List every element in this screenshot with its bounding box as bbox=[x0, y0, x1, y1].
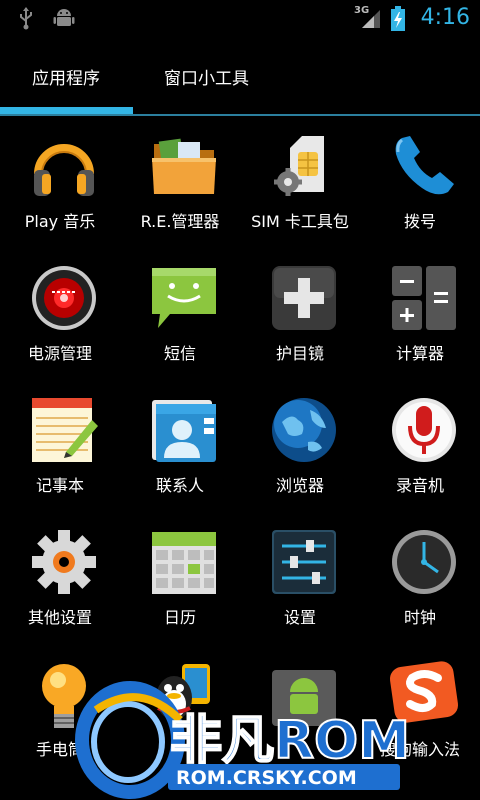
app-label: 计算器 bbox=[395, 344, 444, 363]
watermark-brand: 非凡ROM bbox=[170, 711, 410, 771]
app-label: 录音机 bbox=[395, 476, 444, 495]
app-dialer[interactable]: 拨号 bbox=[360, 118, 480, 250]
gear-icon bbox=[32, 530, 96, 594]
app-other-settings[interactable]: 其他设置 bbox=[0, 514, 120, 646]
power-eye-icon bbox=[32, 266, 96, 330]
app-label: 电源管理 bbox=[27, 344, 92, 363]
battery-charging-icon bbox=[391, 6, 405, 31]
app-play-music[interactable]: Play 音乐 bbox=[0, 118, 120, 250]
app-calculator[interactable]: 计算器 bbox=[360, 250, 480, 382]
message-bubble-icon bbox=[152, 268, 216, 328]
app-eye-protector[interactable]: 护目镜 bbox=[240, 250, 360, 382]
app-power-manager[interactable]: 电源管理 bbox=[0, 250, 120, 382]
app-clock[interactable]: 时钟 bbox=[360, 514, 480, 646]
notepad-icon bbox=[32, 398, 98, 462]
app-notepad[interactable]: 记事本 bbox=[0, 382, 120, 514]
app-browser[interactable]: 浏览器 bbox=[240, 382, 360, 514]
app-sound-recorder[interactable]: 录音机 bbox=[360, 382, 480, 514]
app-contacts[interactable]: 联系人 bbox=[120, 382, 240, 514]
tab-apps[interactable]: 应用程序 bbox=[32, 64, 100, 89]
tab-bar: 应用程序 窗口小工具 bbox=[0, 38, 480, 118]
app-label: 设置 bbox=[283, 608, 316, 627]
app-label: Play 音乐 bbox=[24, 212, 96, 231]
tab-divider bbox=[0, 114, 480, 116]
app-label: 短信 bbox=[163, 344, 196, 363]
app-label: SIM 卡工具包 bbox=[251, 212, 349, 231]
app-label: 时钟 bbox=[403, 608, 436, 627]
sim-card-icon bbox=[274, 136, 324, 196]
app-label: 其他设置 bbox=[27, 608, 92, 627]
folder-icon bbox=[152, 138, 216, 194]
app-label: R.E.管理器 bbox=[140, 212, 220, 231]
watermark-logo: 非凡ROM ROM.CRSKY.COM bbox=[75, 681, 411, 799]
app-calendar[interactable]: 日历 bbox=[120, 514, 240, 646]
selected-tab-indicator bbox=[0, 107, 133, 114]
watermark-url: ROM.CRSKY.COM bbox=[176, 767, 357, 789]
sliders-icon bbox=[272, 530, 336, 594]
signal-icon bbox=[362, 10, 380, 28]
app-settings[interactable]: 设置 bbox=[240, 514, 360, 646]
status-bar: 3G 4:16 bbox=[0, 0, 480, 38]
calculator-icon bbox=[392, 266, 456, 330]
usb-icon bbox=[20, 7, 32, 30]
tab-widgets[interactable]: 窗口小工具 bbox=[164, 64, 249, 89]
app-sim-toolkit[interactable]: SIM 卡工具包 bbox=[240, 118, 360, 250]
android-debug-icon bbox=[53, 9, 75, 26]
headphones-icon bbox=[34, 144, 94, 196]
microphone-icon bbox=[392, 398, 456, 462]
app-label: 拨号 bbox=[403, 212, 436, 231]
app-messaging[interactable]: 短信 bbox=[120, 250, 240, 382]
contacts-icon bbox=[152, 400, 216, 462]
app-label: 日历 bbox=[163, 608, 196, 627]
calendar-icon bbox=[152, 532, 216, 594]
status-clock: 4:16 bbox=[420, 5, 470, 30]
app-re-manager[interactable]: R.E.管理器 bbox=[120, 118, 240, 250]
app-label: 联系人 bbox=[155, 476, 204, 495]
phone-icon bbox=[395, 136, 454, 195]
clock-icon bbox=[392, 530, 456, 594]
app-label: 记事本 bbox=[35, 476, 84, 495]
globe-icon bbox=[272, 398, 336, 462]
app-label: 浏览器 bbox=[275, 476, 324, 495]
app-label: 护目镜 bbox=[275, 344, 324, 363]
plus-box-icon bbox=[272, 266, 336, 330]
